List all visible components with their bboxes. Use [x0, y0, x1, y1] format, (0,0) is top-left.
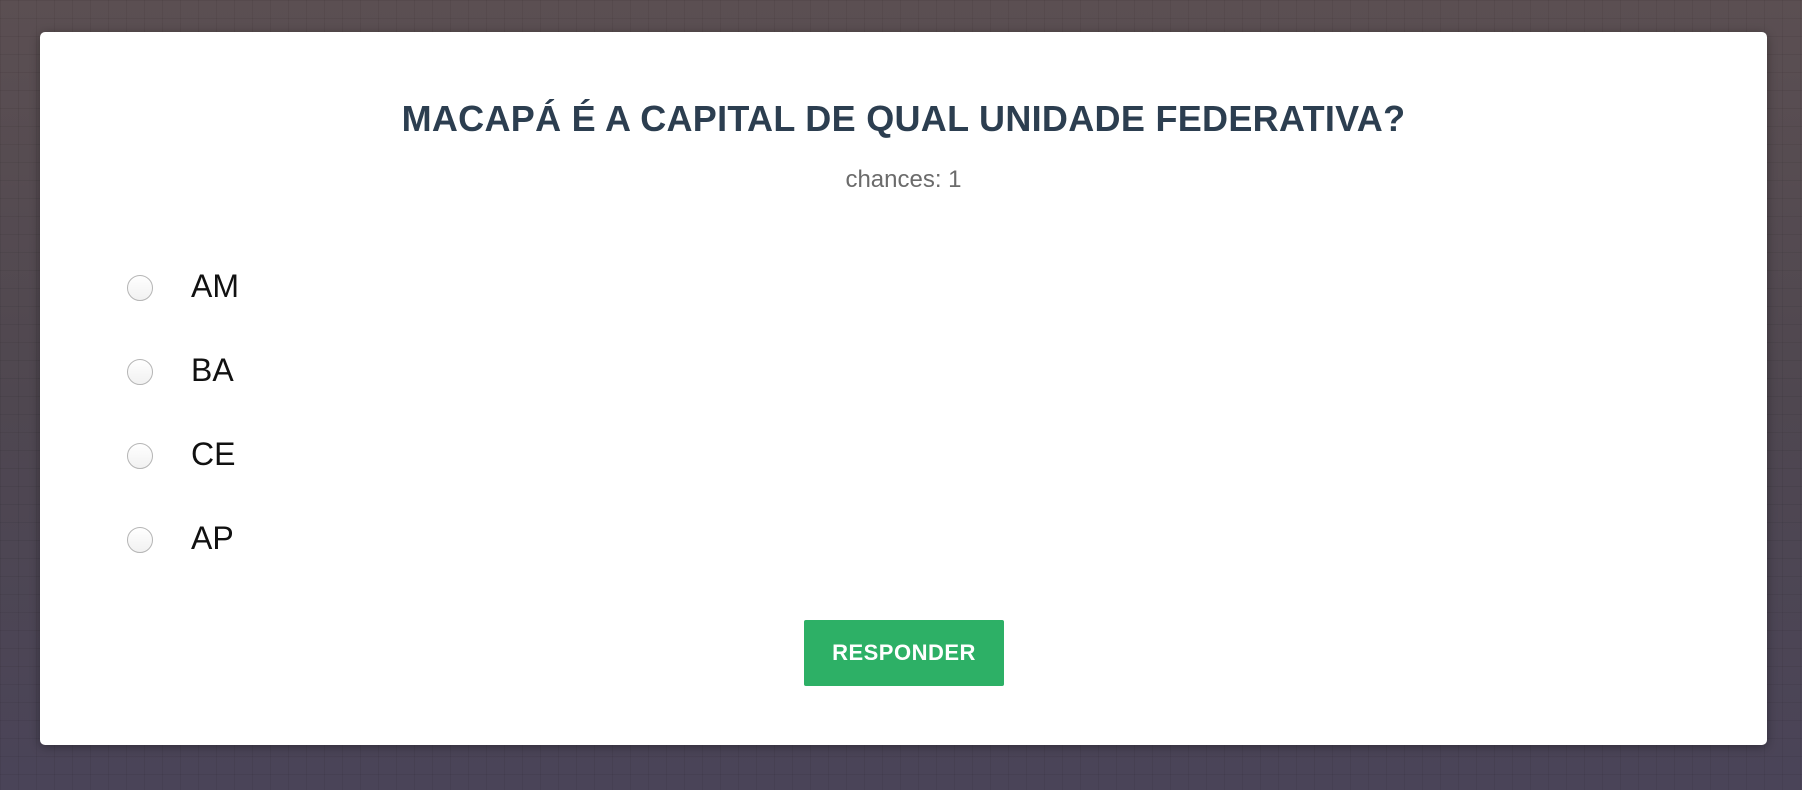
option-label: CE	[191, 435, 236, 472]
option-ap[interactable]: AP	[127, 496, 239, 580]
option-am[interactable]: AM	[127, 244, 239, 328]
option-label: AM	[191, 267, 239, 304]
option-label: AP	[191, 519, 234, 556]
radio-button-icon[interactable]	[127, 527, 153, 553]
radio-button-icon[interactable]	[127, 275, 153, 301]
option-label: BA	[191, 351, 234, 388]
radio-button-icon[interactable]	[127, 359, 153, 385]
question-title: MACAPÁ É A CAPITAL DE QUAL UNIDADE FEDER…	[401, 98, 1406, 139]
submit-answer-button[interactable]: RESPONDER	[804, 620, 1004, 686]
chances-counter: chances: 1	[845, 166, 962, 193]
option-ce[interactable]: CE	[127, 412, 239, 496]
radio-button-icon[interactable]	[127, 443, 153, 469]
option-ba[interactable]: BA	[127, 328, 239, 412]
quiz-card: MACAPÁ É A CAPITAL DE QUAL UNIDADE FEDER…	[40, 32, 1767, 745]
answer-options: AM BA CE AP	[127, 244, 239, 580]
